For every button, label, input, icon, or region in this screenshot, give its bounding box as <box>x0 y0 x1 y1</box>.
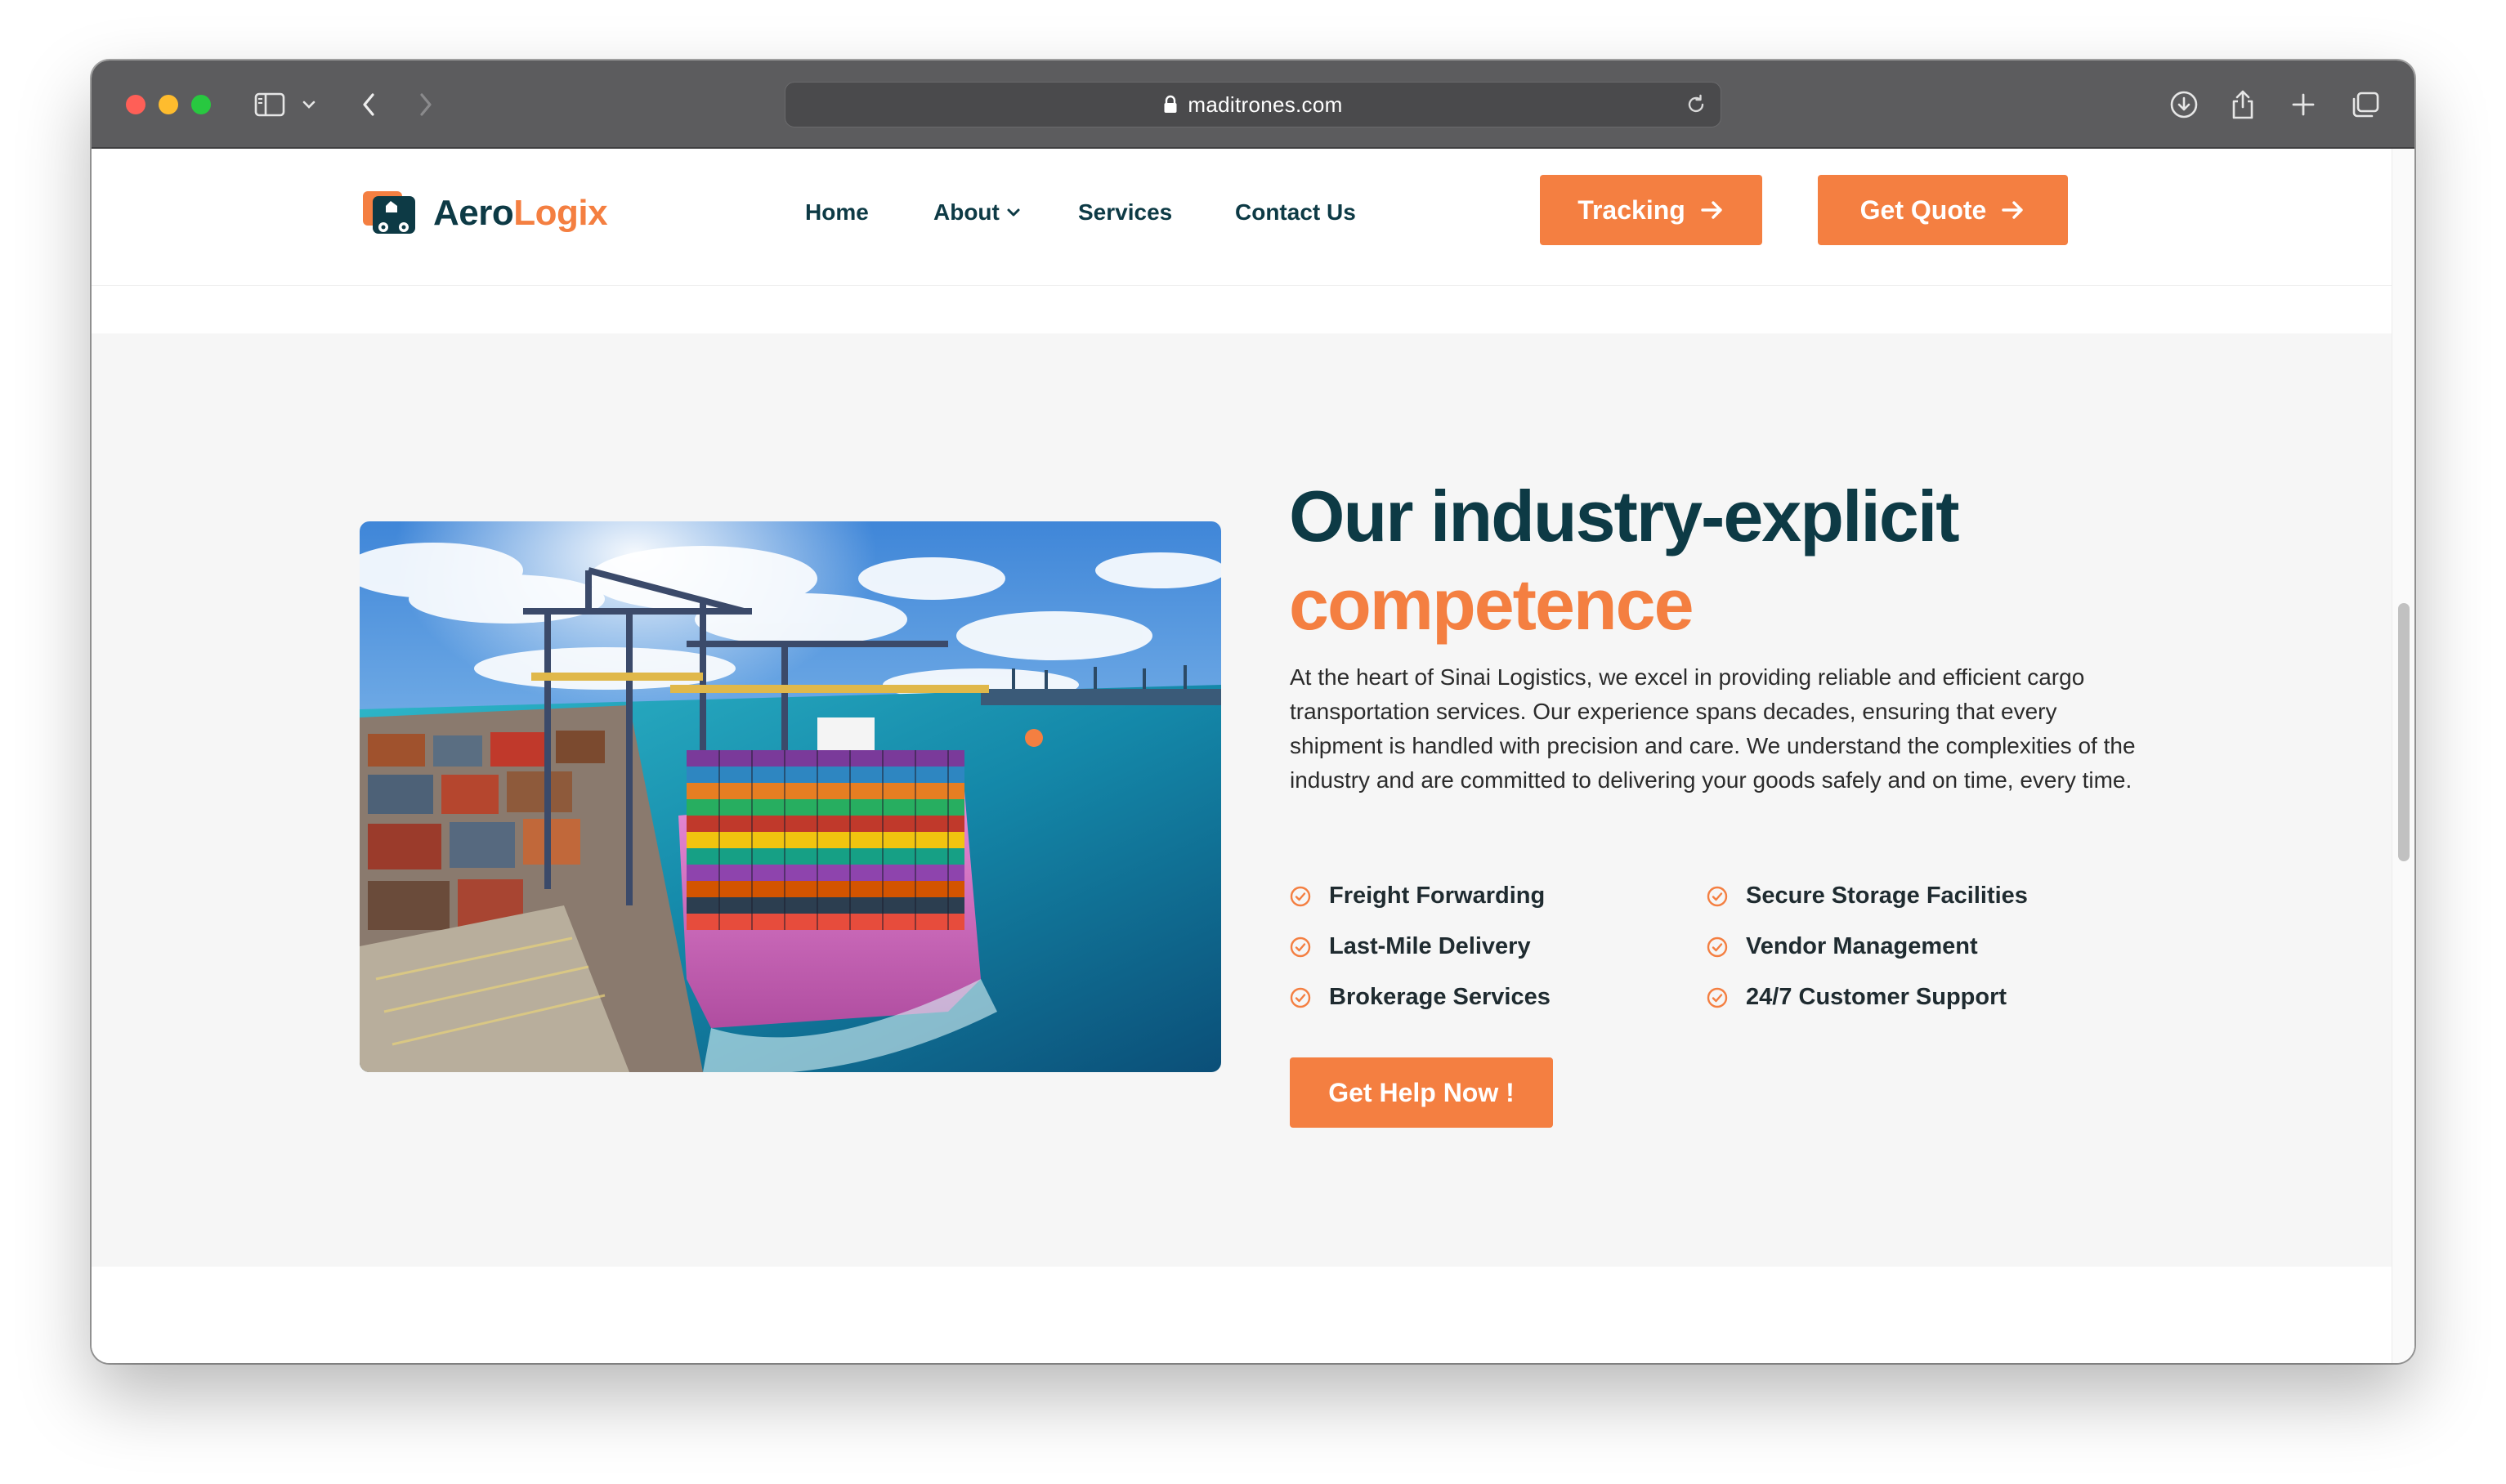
feature-label: Freight Forwarding <box>1329 883 1546 909</box>
check-circle-icon <box>1707 936 1728 958</box>
feature-item: 24/7 Customer Support <box>1707 984 2007 1011</box>
download-icon[interactable] <box>2168 88 2200 121</box>
nav-item-home[interactable]: Home <box>805 199 869 226</box>
get-quote-button-label: Get Quote <box>1859 194 1987 225</box>
logo-text-logix: Logix <box>513 193 608 233</box>
tab-overview-icon[interactable] <box>2349 88 2382 121</box>
check-circle-icon <box>1707 886 1728 907</box>
share-icon[interactable] <box>2228 88 2258 121</box>
zoom-window-button[interactable] <box>191 95 211 114</box>
carousel-indicator-dot[interactable] <box>1025 729 1043 747</box>
minimize-window-button[interactable] <box>159 95 178 114</box>
feature-item: Vendor Management <box>1707 933 1978 960</box>
site-header: AeroLogix Home About Services Contact Us… <box>92 149 2392 286</box>
feature-label: Vendor Management <box>1746 933 1978 959</box>
sidebar-toggle-icon[interactable] <box>252 88 288 121</box>
nav-item-services[interactable]: Services <box>1078 199 1172 226</box>
feature-label: 24/7 Customer Support <box>1746 984 2007 1010</box>
get-help-now-button[interactable]: Get Help Now ! <box>1290 1057 1553 1128</box>
logo-text-aero: Aero <box>433 193 514 233</box>
competence-section: Our industry-explicit competence At the … <box>92 333 2392 1267</box>
tracking-button-label: Tracking <box>1577 194 1685 225</box>
new-tab-icon[interactable] <box>2289 88 2318 121</box>
address-bar[interactable]: maditrones.com <box>785 82 1721 127</box>
feature-label: Secure Storage Facilities <box>1746 883 2028 909</box>
nav-item-label: Contact Us <box>1235 199 1356 225</box>
scrollbar-thumb[interactable] <box>2398 603 2410 861</box>
section-heading: Our industry-explicit competence <box>1289 472 2270 649</box>
arrow-right-icon <box>1700 199 1725 221</box>
check-circle-icon <box>1290 886 1311 907</box>
feature-label: Last-Mile Delivery <box>1329 933 1531 959</box>
feature-item: Freight Forwarding <box>1290 883 1545 910</box>
chevron-down-icon[interactable] <box>299 88 319 121</box>
back-icon[interactable] <box>356 88 381 121</box>
close-window-button[interactable] <box>126 95 145 114</box>
check-circle-icon <box>1290 936 1311 958</box>
feature-item: Brokerage Services <box>1290 984 1551 1011</box>
nav-item-label: About <box>933 199 1000 225</box>
nav-item-about[interactable]: About <box>933 199 1021 226</box>
get-help-now-label: Get Help Now ! <box>1328 1077 1515 1107</box>
heading-line-2: competence <box>1289 564 1694 645</box>
tracking-button[interactable]: Tracking <box>1540 175 1762 245</box>
arrow-right-icon <box>2001 199 2025 221</box>
check-circle-icon <box>1707 987 1728 1008</box>
browser-toolbar: maditrones.com <box>92 60 2414 149</box>
truck-logo-icon <box>361 188 417 239</box>
web-page: AeroLogix Home About Services Contact Us… <box>92 149 2414 1363</box>
nav-item-contact[interactable]: Contact Us <box>1235 199 1356 226</box>
check-circle-icon <box>1290 987 1311 1008</box>
reload-icon[interactable] <box>1685 93 1707 122</box>
feature-item: Last-Mile Delivery <box>1290 933 1531 960</box>
site-logo[interactable]: AeroLogix <box>361 188 608 239</box>
feature-label: Brokerage Services <box>1329 984 1551 1010</box>
browser-window: maditrones.com AeroLogix Home About Serv… <box>92 60 2414 1363</box>
get-quote-button[interactable]: Get Quote <box>1818 175 2068 245</box>
section-paragraph: At the heart of Sinai Logistics, we exce… <box>1290 664 2136 793</box>
page-scrollbar[interactable] <box>2392 149 2414 1363</box>
port-container-ship-image <box>360 521 1221 1072</box>
forward-icon[interactable] <box>414 88 438 121</box>
lock-icon <box>1163 95 1178 114</box>
url-text: maditrones.com <box>1188 92 1343 117</box>
nav-item-label: Services <box>1078 199 1173 225</box>
chevron-down-icon <box>1006 207 1021 218</box>
heading-line-1: Our industry-explicit <box>1289 476 1960 556</box>
nav-item-label: Home <box>805 199 869 225</box>
feature-item: Secure Storage Facilities <box>1707 883 2028 910</box>
